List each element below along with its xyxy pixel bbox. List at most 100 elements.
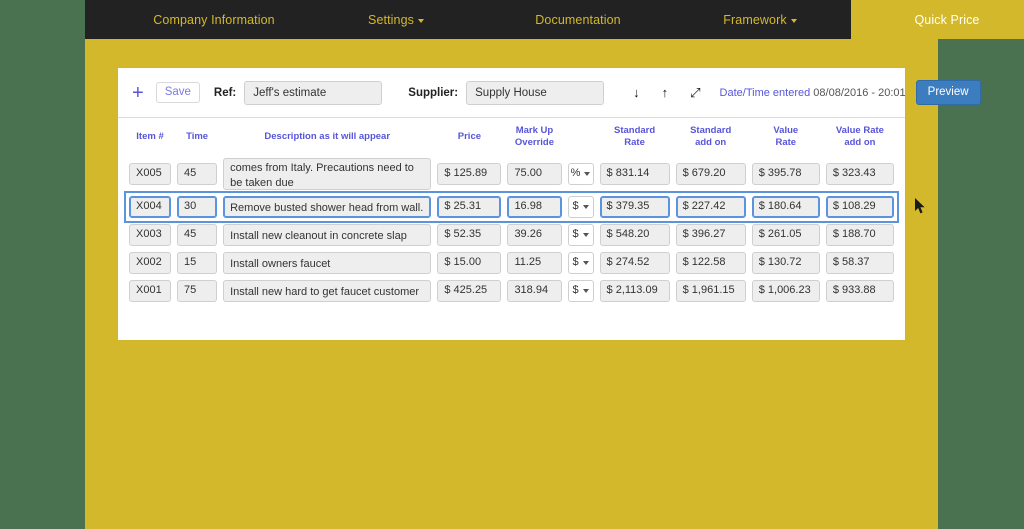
standard-rate-input[interactable]: $ 274.52	[600, 252, 670, 274]
column-header-description: Description as it will appear	[220, 118, 434, 155]
item-number-input-cell: X002	[126, 249, 174, 277]
nav-item-company-information[interactable]: Company Information	[123, 0, 305, 39]
datetime-label: Date/Time entered	[720, 87, 811, 99]
value-rate-add-on-input[interactable]: $ 58.37	[826, 252, 894, 274]
unit-select-value: $	[572, 284, 578, 297]
markup-override-input[interactable]: 11.25	[507, 252, 561, 274]
value-rate-add-on-input-cell: $ 58.37	[823, 249, 897, 277]
ref-label: Ref:	[214, 87, 236, 99]
unit-select[interactable]: $	[568, 252, 594, 274]
unit-select[interactable]: $	[568, 224, 594, 246]
unit-select[interactable]: $	[568, 196, 594, 218]
standard-add-on-input[interactable]: $ 1,961.15	[676, 280, 746, 302]
value-rate-input[interactable]: $ 180.64	[752, 196, 820, 218]
item-number-input[interactable]: X005	[129, 163, 171, 185]
time-input-cell: 45	[174, 155, 220, 193]
value-rate-input[interactable]: $ 130.72	[752, 252, 820, 274]
app-page: Company Information Settings Documentati…	[85, 0, 938, 529]
value-rate-add-on-input[interactable]: $ 323.43	[826, 163, 894, 185]
table-row[interactable]: X001 75 Install new hard to get faucet cus…	[126, 277, 897, 305]
supplier-input[interactable]	[466, 81, 604, 105]
nav-item-label: Documentation	[535, 13, 620, 27]
standard-add-on-input-cell: $ 679.20	[673, 155, 749, 193]
standard-rate-input-cell: $ 2,113.09	[597, 277, 673, 305]
item-number-input[interactable]: X002	[129, 252, 171, 274]
price-input-cell: $ 15.00	[434, 249, 504, 277]
price-input[interactable]: $ 25.31	[437, 196, 501, 218]
save-button[interactable]: Save	[156, 82, 200, 103]
move-up-icon[interactable]: ↑	[662, 86, 669, 99]
table-row[interactable]: X005 45 on T.V. Faucet is polished gold an…	[126, 155, 897, 193]
mouse-cursor	[915, 198, 926, 214]
item-number-input[interactable]: X001	[129, 280, 171, 302]
price-input[interactable]: $ 125.89	[437, 163, 501, 185]
nav-item-settings[interactable]: Settings	[305, 0, 487, 39]
value-rate-input[interactable]: $ 1,006.23	[752, 280, 820, 302]
column-header-value-rate-add-on: Value Rate add on	[823, 118, 897, 155]
price-input[interactable]: $ 52.35	[437, 224, 501, 246]
supplier-label: Supplier:	[408, 87, 458, 99]
markup-override-input[interactable]: 318.94	[507, 280, 561, 302]
move-down-icon[interactable]: ↓	[633, 86, 640, 99]
standard-add-on-input[interactable]: $ 227.42	[676, 196, 746, 218]
standard-add-on-input[interactable]: $ 679.20	[676, 163, 746, 185]
markup-override-input[interactable]: 39.26	[507, 224, 561, 246]
markup-override-input-cell: 16.98	[504, 193, 564, 221]
price-input[interactable]: $ 425.25	[437, 280, 501, 302]
value-rate-input[interactable]: $ 261.05	[752, 224, 820, 246]
description-textarea[interactable]: Install new hard to get faucet customer …	[223, 280, 431, 302]
nav-item-framework[interactable]: Framework	[669, 0, 851, 39]
time-input[interactable]: 75	[177, 280, 217, 302]
standard-rate-input[interactable]: $ 548.20	[600, 224, 670, 246]
column-header-unit	[565, 118, 597, 155]
description-textarea[interactable]: Install new cleanout in concrete slap	[223, 224, 431, 246]
column-header-standard-rate: Standard Rate	[597, 118, 673, 155]
item-number-input[interactable]: X003	[129, 224, 171, 246]
value-rate-add-on-input[interactable]: $ 933.88	[826, 280, 894, 302]
table-row[interactable]: X004 30 Remove busted shower head from wal…	[126, 193, 897, 221]
value-rate-add-on-input[interactable]: $ 108.29	[826, 196, 894, 218]
standard-add-on-input[interactable]: $ 122.58	[676, 252, 746, 274]
table-row[interactable]: X003 45 Install new cleanout in concrete s…	[126, 221, 897, 249]
price-input-cell: $ 425.25	[434, 277, 504, 305]
value-rate-add-on-input[interactable]: $ 188.70	[826, 224, 894, 246]
value-rate-input[interactable]: $ 395.78	[752, 163, 820, 185]
table-header-row: Item # Time Description as it will appea…	[126, 118, 897, 155]
standard-rate-input-cell: $ 548.20	[597, 221, 673, 249]
description-textarea[interactable]: on T.V. Faucet is polished gold and come…	[223, 158, 431, 190]
add-row-icon[interactable]: +	[132, 83, 144, 103]
standard-rate-input[interactable]: $ 2,113.09	[600, 280, 670, 302]
unit-select[interactable]: $	[568, 280, 594, 302]
nav-item-documentation[interactable]: Documentation	[487, 0, 669, 39]
markup-override-input-cell: 39.26	[504, 221, 564, 249]
description-cell: on T.V. Faucet is polished gold and come…	[220, 155, 434, 193]
item-number-input[interactable]: X004	[129, 196, 171, 218]
nav-item-quick-price[interactable]: Quick Price	[851, 0, 1024, 39]
preview-button[interactable]: Preview	[916, 80, 981, 105]
standard-add-on-input[interactable]: $ 396.27	[676, 224, 746, 246]
time-input[interactable]: 15	[177, 252, 217, 274]
unit-select[interactable]: %	[568, 163, 594, 185]
table-header: Item # Time Description as it will appea…	[126, 118, 897, 155]
table-row[interactable]: X002 15 Install owners faucet $ 15.00 11.25 $…	[126, 249, 897, 277]
standard-rate-input[interactable]: $ 831.14	[600, 163, 670, 185]
chevron-down-icon	[583, 233, 589, 237]
price-input[interactable]: $ 15.00	[437, 252, 501, 274]
chevron-down-icon	[583, 261, 589, 265]
description-cell: Install new cleanout in concrete slap	[220, 221, 434, 249]
markup-override-input[interactable]: 16.98	[507, 196, 561, 218]
ref-input[interactable]	[244, 81, 382, 105]
description-textarea[interactable]: Remove busted shower head from wall.	[223, 196, 431, 218]
standard-rate-input[interactable]: $ 379.35	[600, 196, 670, 218]
unit-cell: $	[565, 221, 597, 249]
time-input[interactable]: 30	[177, 196, 217, 218]
time-input[interactable]: 45	[177, 163, 217, 185]
datetime-value: 08/08/2016 - 20:01	[813, 87, 905, 99]
time-input-cell: 30	[174, 193, 220, 221]
markup-override-input[interactable]: 75.00	[507, 163, 561, 185]
expand-icon[interactable]: ⤢	[690, 86, 700, 99]
time-input-cell: 45	[174, 221, 220, 249]
item-number-input-cell: X001	[126, 277, 174, 305]
time-input[interactable]: 45	[177, 224, 217, 246]
description-textarea[interactable]: Install owners faucet	[223, 252, 431, 274]
